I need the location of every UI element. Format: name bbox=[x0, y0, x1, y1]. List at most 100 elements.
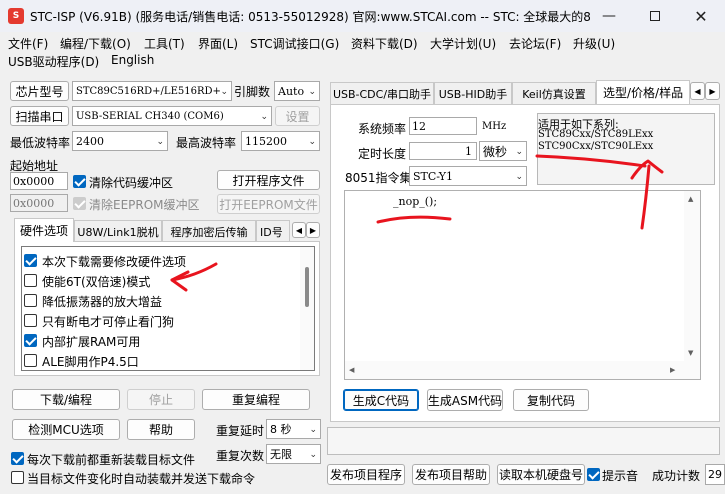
reload-file-label: 每次下载前都重新装载目标文件 bbox=[27, 453, 196, 467]
copy-code-button[interactable]: 复制代码 bbox=[513, 389, 589, 411]
reprogram-button[interactable]: 重复编程 bbox=[202, 389, 310, 410]
help-button[interactable]: 帮助 bbox=[127, 419, 195, 440]
tab-encrypted-download[interactable]: 程序加密后传输 bbox=[162, 220, 256, 242]
tab-scroll-left-icon[interactable]: ◀ bbox=[292, 222, 306, 238]
right-tab-scroll-left-icon[interactable]: ◀ bbox=[690, 82, 705, 100]
chevron-down-icon: ⌄ bbox=[308, 137, 316, 147]
chevron-down-icon: ⌄ bbox=[309, 450, 317, 460]
menu-interface[interactable]: 界面(L) bbox=[198, 35, 238, 52]
open-program-button[interactable]: 打开程序文件 bbox=[217, 170, 320, 190]
applies-line: STC89Cxx/STC89LExx bbox=[538, 129, 654, 140]
menu-debug[interactable]: STC调试接口(G) bbox=[250, 35, 339, 52]
scrollbar-thumb[interactable] bbox=[305, 267, 309, 307]
reload-file-checkbox[interactable] bbox=[11, 452, 24, 465]
min-baud-value: 2400 bbox=[76, 134, 104, 148]
minimize-icon[interactable]: — bbox=[586, 0, 632, 32]
hardware-options-list: 本次下载需要修改硬件选项 使能6T(双倍速)模式 降低振荡器的放大增益 只有断电… bbox=[21, 246, 315, 371]
scroll-right-icon[interactable]: ▶ bbox=[670, 366, 675, 374]
menu-university[interactable]: 大学计划(U) bbox=[430, 35, 496, 52]
code-scrollbar-vertical[interactable]: ▲ ▼ bbox=[684, 191, 700, 361]
scroll-up-icon[interactable]: ▲ bbox=[688, 195, 693, 203]
option-label: 只有断电才可停止看门狗 bbox=[42, 315, 175, 329]
clear-code-label: 清除代码缓冲区 bbox=[89, 176, 174, 190]
list-item[interactable]: 降低振荡器的放大增益 bbox=[22, 291, 292, 311]
code-scrollbar-horizontal[interactable]: ◀ ▶ bbox=[345, 361, 700, 379]
option-checkbox[interactable] bbox=[24, 294, 37, 307]
clear-code-checkbox[interactable] bbox=[73, 175, 86, 188]
tab-scroll-right-icon[interactable]: ▶ bbox=[306, 222, 320, 238]
delay-unit-select[interactable]: 微秒 ⌄ bbox=[479, 141, 527, 161]
publish-program-button[interactable]: 发布项目程序 bbox=[327, 464, 405, 485]
instr-set-value: STC-Y1 bbox=[413, 169, 454, 183]
scan-port-button[interactable]: 扫描串口 bbox=[10, 106, 69, 126]
option-checkbox[interactable] bbox=[24, 254, 37, 267]
close-icon[interactable]: ✕ bbox=[678, 0, 724, 32]
option-checkbox[interactable] bbox=[24, 354, 37, 367]
max-baud-select[interactable]: 115200 ⌄ bbox=[241, 131, 320, 151]
menu-tools[interactable]: 工具(T) bbox=[144, 35, 185, 52]
menu-usb-driver[interactable]: USB驱动程序(D) bbox=[8, 53, 99, 70]
stop-button[interactable]: 停止 bbox=[127, 389, 195, 410]
delay-unit-value: 微秒 bbox=[483, 144, 508, 159]
beep-checkbox[interactable] bbox=[587, 468, 600, 481]
delay-length-input[interactable]: 1 bbox=[409, 142, 477, 160]
list-item[interactable]: 内部扩展RAM可用 bbox=[22, 331, 292, 351]
eeprom-address-input[interactable]: 0x0000 bbox=[10, 194, 68, 212]
window-title: STC-ISP (V6.91B) (服务电话/销售电话: 0513-550129… bbox=[30, 10, 590, 24]
menu-file[interactable]: 文件(F) bbox=[8, 35, 48, 52]
auto-load-label: 当目标文件变化时自动装载并发送下载命令 bbox=[27, 472, 256, 486]
generate-c-button[interactable]: 生成C代码 bbox=[343, 389, 419, 411]
open-eeprom-button[interactable]: 打开EEPROM文件 bbox=[217, 194, 320, 214]
menu-downloads[interactable]: 资料下载(D) bbox=[351, 35, 418, 52]
options-scrollbar[interactable] bbox=[300, 247, 314, 370]
pin-count-select[interactable]: Auto ⌄ bbox=[274, 81, 320, 101]
list-item[interactable]: 使能6T(双倍速)模式 bbox=[22, 271, 292, 291]
maximize-icon[interactable] bbox=[632, 0, 678, 32]
min-baud-select[interactable]: 2400 ⌄ bbox=[72, 131, 168, 151]
list-item[interactable]: ALE脚用作P4.5口 bbox=[22, 351, 292, 370]
instr-set-select[interactable]: STC-Y1 ⌄ bbox=[409, 166, 527, 186]
tab-u8w-offline[interactable]: U8W/Link1脱机 bbox=[74, 220, 162, 242]
auto-load-checkbox[interactable] bbox=[11, 471, 24, 484]
menu-upgrade[interactable]: 升级(U) bbox=[573, 35, 615, 52]
option-checkbox[interactable] bbox=[24, 314, 37, 327]
tab-id-number[interactable]: ID号 bbox=[256, 220, 290, 242]
tab-keil-settings[interactable]: Keil仿真设置 bbox=[512, 82, 596, 104]
detect-mcu-button[interactable]: 检测MCU选项 bbox=[12, 419, 120, 440]
tab-selection-price[interactable]: 选型/价格/样品 bbox=[596, 80, 690, 104]
chip-model-select[interactable]: STC89C516RD+/LE516RD+ ⌄ bbox=[72, 81, 232, 101]
option-label: 本次下载需要修改硬件选项 bbox=[42, 255, 187, 269]
option-checkbox[interactable] bbox=[24, 274, 37, 287]
scroll-down-icon[interactable]: ▼ bbox=[688, 349, 693, 357]
repeat-delay-select[interactable]: 8 秒 ⌄ bbox=[266, 419, 321, 439]
menu-english[interactable]: English bbox=[111, 53, 154, 67]
repeat-count-label: 重复次数 bbox=[216, 449, 265, 463]
read-disk-id-button[interactable]: 读取本机硬盘号 bbox=[497, 464, 585, 485]
menu-program[interactable]: 编程/下载(O) bbox=[60, 35, 131, 52]
sys-freq-input[interactable]: 12 bbox=[409, 117, 477, 135]
list-item[interactable]: 只有断电才可停止看门狗 bbox=[22, 311, 292, 331]
code-output-area[interactable]: _nop_(); ▲ ▼ ◀ ▶ bbox=[344, 190, 701, 380]
scroll-left-icon[interactable]: ◀ bbox=[349, 366, 354, 374]
repeat-count-value: 无限 bbox=[270, 448, 292, 461]
app-icon: S bbox=[8, 8, 24, 24]
tab-hardware-options[interactable]: 硬件选项 bbox=[14, 218, 74, 242]
generate-asm-button[interactable]: 生成ASM代码 bbox=[427, 389, 503, 411]
repeat-count-select[interactable]: 无限 ⌄ bbox=[266, 444, 321, 464]
option-checkbox[interactable] bbox=[24, 334, 37, 347]
list-item[interactable]: 本次下载需要修改硬件选项 bbox=[22, 251, 292, 271]
code-address-input[interactable]: 0x0000 bbox=[10, 172, 68, 190]
publish-help-button[interactable]: 发布项目帮助 bbox=[412, 464, 490, 485]
download-button[interactable]: 下载/编程 bbox=[12, 389, 120, 410]
settings-button[interactable]: 设置 bbox=[275, 106, 320, 126]
sys-freq-unit: MHz bbox=[482, 121, 507, 132]
success-count-value[interactable]: 29 bbox=[705, 464, 725, 485]
clear-eeprom-checkbox[interactable] bbox=[73, 197, 86, 210]
tab-usb-hid[interactable]: USB-HID助手 bbox=[434, 82, 512, 104]
chip-model-button[interactable]: 芯片型号 bbox=[10, 81, 69, 101]
right-tab-scroll-right-icon[interactable]: ▶ bbox=[705, 82, 720, 100]
tab-usb-cdc[interactable]: USB-CDC/串口助手 bbox=[330, 82, 434, 104]
menu-forum[interactable]: 去论坛(F) bbox=[509, 35, 561, 52]
port-select[interactable]: USB-SERIAL CH340 (COM6) ⌄ bbox=[72, 106, 272, 126]
title-bar: S STC-ISP (V6.91B) (服务电话/销售电话: 0513-5501… bbox=[0, 0, 725, 32]
